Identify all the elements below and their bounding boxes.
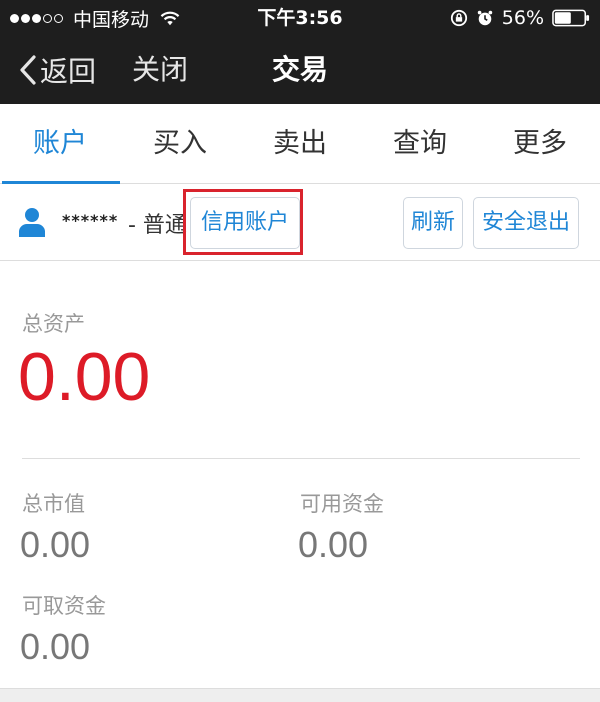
divider: [22, 458, 580, 459]
total-assets-label: 总资产: [22, 312, 85, 336]
tab-buy[interactable]: 买入: [120, 104, 240, 183]
refresh-button[interactable]: 刷新: [403, 197, 463, 249]
back-button[interactable]: 返回: [18, 36, 96, 104]
market-value-label: 总市值: [22, 492, 85, 516]
status-left: 中国移动: [10, 0, 181, 36]
orientation-lock-icon: [450, 9, 467, 27]
tab-account[interactable]: 账户: [0, 104, 120, 184]
bottom-strip: [0, 688, 600, 702]
wifi-icon: [160, 11, 180, 26]
tab-more[interactable]: 更多: [480, 104, 600, 183]
back-label: 返回: [40, 55, 97, 88]
chevron-left-icon: [20, 55, 36, 85]
navigation-bar: 返回 关闭 交易: [0, 36, 600, 104]
signal-strength-icon: [10, 13, 63, 23]
account-masked-name: ******: [62, 211, 119, 230]
alarm-icon: [477, 10, 492, 26]
secure-logout-button[interactable]: 安全退出: [473, 197, 579, 249]
credit-account-button[interactable]: 信用账户: [190, 197, 300, 249]
withdrawable-funds-label: 可取资金: [22, 594, 106, 618]
user-icon: [19, 208, 45, 237]
account-type-label: - 普通: [128, 213, 187, 238]
close-button[interactable]: 关闭: [132, 36, 188, 104]
total-assets-value: 0.00: [18, 339, 151, 415]
available-funds-value: 0.00: [298, 524, 369, 565]
account-row: ****** - 普通 信用账户 刷新 安全退出: [0, 185, 600, 261]
tab-bar: 账户 买入 卖出 查询 更多: [0, 104, 600, 184]
withdrawable-funds-value: 0.00: [20, 626, 91, 667]
available-funds-label: 可用资金: [300, 492, 384, 516]
battery-icon: [552, 9, 590, 27]
carrier-name: 中国移动: [73, 8, 150, 31]
tab-sell[interactable]: 卖出: [240, 104, 360, 183]
status-bar: 中国移动 下午3:56 56%: [0, 0, 600, 36]
battery-percent: 56%: [501, 7, 544, 29]
status-right: 56%: [450, 0, 590, 36]
assets-panel: 总资产 0.00 总市值 0.00 可用资金 0.00 可取资金 0.00: [0, 262, 600, 702]
tab-query[interactable]: 查询: [360, 104, 480, 183]
market-value: 0.00: [20, 524, 91, 565]
